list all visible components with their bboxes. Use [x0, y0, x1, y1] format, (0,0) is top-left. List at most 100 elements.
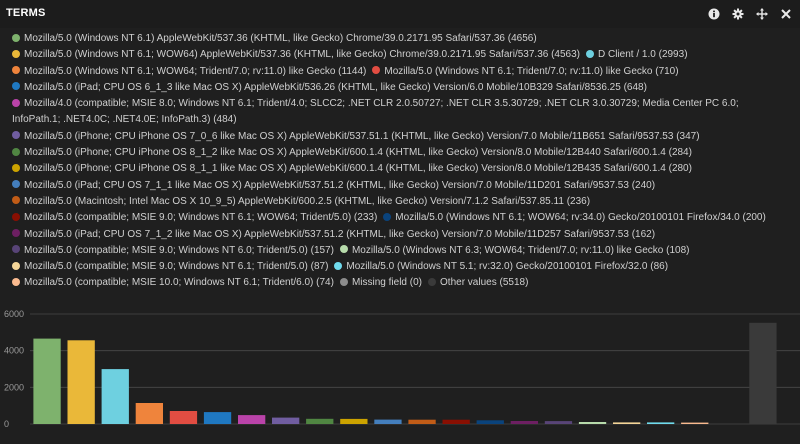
- legend-swatch: [12, 229, 20, 238]
- bar[interactable]: [613, 422, 641, 424]
- legend-item[interactable]: Mozilla/5.0 (Windows NT 6.1; Trident/7.0…: [372, 64, 679, 80]
- bar[interactable]: [238, 415, 266, 424]
- bar[interactable]: [33, 338, 61, 424]
- bar[interactable]: [442, 419, 470, 424]
- legend-label: Other values: [440, 277, 497, 289]
- panel-header: TERMS: [0, 0, 800, 28]
- legend-item[interactable]: Mozilla/5.0 (compatible; MSIE 9.0; Windo…: [12, 210, 377, 226]
- legend-item[interactable]: Mozilla/5.0 (Windows NT 6.1; WOW64; Trid…: [12, 64, 366, 80]
- legend-swatch: [12, 98, 20, 107]
- panel-toolbar: [706, 6, 794, 22]
- bar[interactable]: [510, 421, 538, 424]
- legend-item[interactable]: Mozilla/5.0 (iPhone; CPU iPhone OS 8_1_2…: [12, 145, 692, 161]
- bar-chart: 0 2000 4000 6000: [4, 309, 800, 429]
- legend-label: Mozilla/5.0 (compatible; MSIE 10.0; Wind…: [24, 277, 314, 289]
- bar[interactable]: [306, 418, 334, 424]
- legend-swatch: [383, 212, 392, 221]
- legend-label: Mozilla/5.0 (Windows NT 6.1; WOW64; Trid…: [24, 65, 336, 77]
- legend-item[interactable]: Mozilla/5.0 (Macintosh; Intel Mac OS X 1…: [12, 194, 590, 210]
- legend-label: Mozilla/5.0 (iPad; CPU OS 6_1_3 like Mac…: [24, 81, 621, 93]
- legend-label: Mozilla/4.0 (compatible; MSIE 8.0; Windo…: [12, 98, 739, 126]
- legend-count: 648: [626, 81, 644, 93]
- legend-label: Mozilla/5.0 (iPad; CPU OS 7_1_1 like Mac…: [24, 179, 629, 191]
- legend-swatch: [12, 180, 20, 189]
- legend-label: Mozilla/5.0 (Windows NT 6.1; Trident/7.0…: [384, 65, 653, 77]
- bar[interactable]: [749, 322, 777, 424]
- legend-item[interactable]: Other values (5518): [428, 275, 528, 291]
- legend-swatch: [12, 245, 20, 254]
- legend-item[interactable]: Mozilla/5.0 (Windows NT 6.3; WOW64; Trid…: [339, 243, 690, 259]
- legend-count: 87: [313, 261, 326, 273]
- legend-swatch: [12, 49, 20, 58]
- info-icon[interactable]: [706, 6, 722, 22]
- bar[interactable]: [272, 417, 300, 424]
- legend-row: Mozilla/5.0 (Windows NT 6.1) AppleWebKit…: [12, 31, 792, 47]
- legend-swatch: [12, 212, 20, 221]
- bar[interactable]: [101, 369, 129, 424]
- legend-count: 2993: [661, 49, 685, 61]
- y-tick-label: 0: [4, 419, 9, 429]
- gear-icon[interactable]: [730, 6, 746, 22]
- legend-item[interactable]: Mozilla/5.0 (iPhone; CPU iPhone OS 7_0_6…: [12, 129, 700, 145]
- y-tick-label: 4000: [4, 346, 24, 356]
- bar[interactable]: [544, 421, 573, 424]
- bar[interactable]: [67, 340, 95, 424]
- legend-item[interactable]: D Client / 1.0 (2993): [586, 47, 688, 63]
- legend-item[interactable]: Mozilla/5.0 (Windows NT 5.1; rv:32.0) Ge…: [334, 259, 668, 275]
- legend-swatch: [339, 277, 348, 286]
- legend-item[interactable]: Mozilla/5.0 (compatible; MSIE 9.0; Windo…: [12, 243, 334, 259]
- bar[interactable]: [647, 422, 675, 424]
- legend-row: Mozilla/5.0 (compatible; MSIE 9.0; Windo…: [12, 243, 792, 259]
- legend-item[interactable]: Mozilla/5.0 (iPhone; CPU iPhone OS 8_1_1…: [12, 161, 692, 177]
- legend-count: 347: [679, 130, 697, 142]
- legend-count: 4656: [511, 33, 534, 44]
- legend-item[interactable]: Mozilla/5.0 (Windows NT 6.1; WOW64) Appl…: [12, 47, 580, 63]
- legend-count: 484: [216, 114, 234, 126]
- y-tick-label: 2000: [4, 382, 24, 392]
- legend-count: 236: [570, 195, 587, 207]
- legend-item[interactable]: Mozilla/5.0 (Windows NT 6.1) AppleWebKit…: [12, 31, 537, 47]
- y-tick-label: 6000: [4, 309, 24, 319]
- legend-row: Mozilla/5.0 (iPad; CPU OS 6_1_3 like Mac…: [12, 80, 792, 96]
- legend-item[interactable]: Mozilla/5.0 (Windows NT 6.1; WOW64; rv:3…: [383, 210, 766, 226]
- bar[interactable]: [203, 412, 232, 424]
- legend-item[interactable]: Mozilla/4.0 (compatible; MSIE 8.0; Windo…: [12, 96, 786, 129]
- bar[interactable]: [408, 419, 436, 424]
- legend-item[interactable]: Mozilla/5.0 (iPad; CPU OS 7_1_2 like Mac…: [12, 227, 655, 243]
- legend-label: Mozilla/5.0 (Windows NT 5.1; rv:32.0) Ge…: [346, 261, 648, 273]
- legend-count: 108: [669, 244, 687, 256]
- legend-item[interactable]: Mozilla/5.0 (iPad; CPU OS 7_1_1 like Mac…: [12, 178, 655, 194]
- legend-count: 162: [635, 228, 652, 240]
- legend-row: Mozilla/5.0 (iPhone; CPU iPhone OS 8_1_1…: [12, 161, 792, 177]
- terms-panel: TERMS Mozilla/5.0 (Windows NT 6.1) Apple…: [0, 0, 800, 444]
- legend-item[interactable]: Mozilla/5.0 (iPad; CPU OS 6_1_3 like Mac…: [12, 80, 647, 96]
- legend-label: Mozilla/5.0 (compatible; MSIE 9.0; Windo…: [24, 261, 308, 273]
- legend-swatch: [12, 147, 20, 156]
- legend-label: Mozilla/5.0 (Windows NT 6.1; WOW64) Appl…: [24, 49, 549, 61]
- legend-label: Mozilla/5.0 (compatible; MSIE 9.0; Windo…: [24, 212, 352, 224]
- bar[interactable]: [169, 411, 198, 424]
- bar[interactable]: [578, 422, 607, 424]
- bar[interactable]: [476, 420, 504, 424]
- legend-count: 157: [313, 244, 331, 256]
- legend-count: 200: [745, 212, 763, 224]
- bar[interactable]: [340, 418, 368, 424]
- legend-row: Mozilla/4.0 (compatible; MSIE 8.0; Windo…: [12, 96, 792, 129]
- legend-count: 74: [319, 277, 331, 289]
- legend-item[interactable]: Mozilla/5.0 (compatible; MSIE 10.0; Wind…: [12, 275, 334, 291]
- legend-label: Mozilla/5.0 (Windows NT 6.3; WOW64; Trid…: [351, 244, 664, 256]
- legend-swatch: [12, 261, 20, 270]
- bar[interactable]: [681, 422, 709, 424]
- legend-item[interactable]: Mozilla/5.0 (compatible; MSIE 9.0; Windo…: [12, 259, 328, 275]
- close-icon[interactable]: [778, 6, 794, 22]
- legend-label: Missing field: [351, 277, 407, 289]
- move-icon[interactable]: [754, 6, 770, 22]
- legend-row: Mozilla/5.0 (iPhone; CPU iPhone OS 8_1_2…: [12, 145, 792, 161]
- bar[interactable]: [374, 419, 402, 424]
- legend-swatch: [12, 33, 20, 42]
- legend-item[interactable]: Missing field (0): [339, 275, 422, 291]
- bar[interactable]: [135, 403, 163, 424]
- legend-swatch: [12, 66, 20, 75]
- legend-label: Mozilla/5.0 (iPhone; CPU iPhone OS 8_1_2…: [24, 147, 666, 159]
- legend-swatch: [12, 131, 20, 140]
